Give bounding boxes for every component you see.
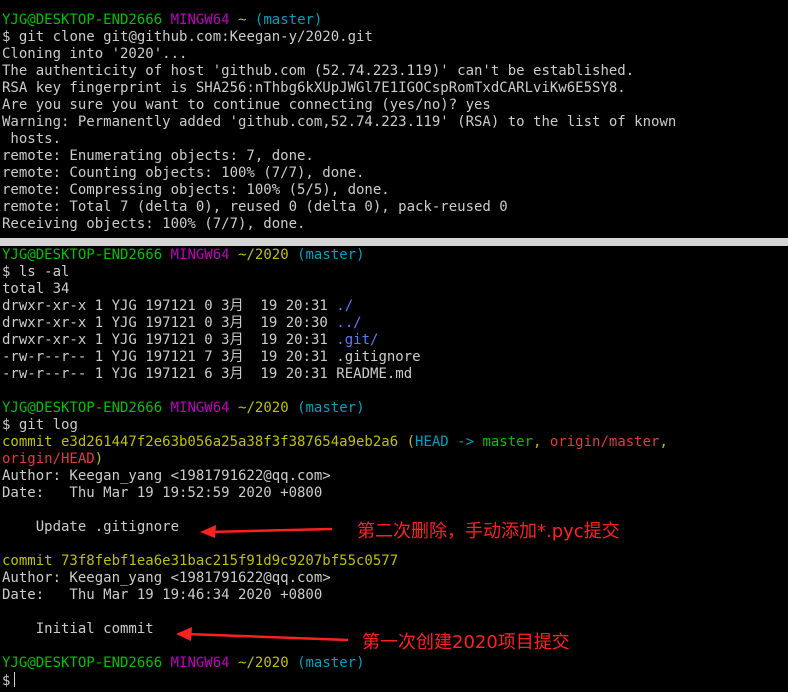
commit-line-cont: origin/HEAD): [2, 451, 103, 468]
prompt-dollar: $: [2, 29, 11, 45]
commit-hash: commit e3d261447f2e63b056a25a38f3f387654…: [2, 434, 399, 450]
prompt-path: ~/2020: [238, 247, 289, 263]
terminal-pane-clone[interactable]: YJG@DESKTOP-END2666 MINGW64 ~ (master) $…: [0, 0, 788, 238]
command-line: $ git clone git@github.com:Keegan-y/2020…: [2, 29, 373, 46]
output-line: RSA key fingerprint is SHA256:nThbg6kXUp…: [2, 80, 626, 96]
command-text: git log: [18, 417, 78, 433]
ls-row: drwxr-xr-x 1 YJG 197121 0 3月 19 20:31 ./: [2, 298, 353, 315]
output-line: hosts.: [2, 131, 62, 147]
ls-row: drwxr-xr-x 1 YJG 197121 0 3月 19 20:31 .g…: [2, 332, 378, 349]
ls-meta: -rw-r--r-- 1 YJG 197121 7 3月 19 20:31: [2, 349, 337, 365]
ref-master: master: [482, 434, 534, 450]
ref-paren: (: [398, 434, 416, 450]
output-line: Cloning into '2020'...: [2, 46, 188, 62]
pane-divider: [0, 238, 788, 246]
prompt-system: MINGW64: [170, 247, 230, 263]
terminal-pane-log[interactable]: YJG@DESKTOP-END2666 MINGW64 ~/2020 (mast…: [0, 246, 788, 692]
commit-date: Date: Thu Mar 19 19:52:59 2020 +0800: [2, 485, 323, 501]
prompt-dollar: $: [2, 417, 11, 433]
prompt-branch: (master): [254, 12, 323, 28]
ref-origin-master: origin/master: [549, 434, 660, 450]
command-line: $ ls -al: [2, 264, 69, 281]
prompt-line: YJG@DESKTOP-END2666 MINGW64 ~/2020 (mast…: [2, 655, 365, 672]
prompt-user: YJG@DESKTOP-END2666: [2, 400, 163, 416]
prompt-dollar: $: [2, 673, 11, 689]
ls-file-name: .gitignore: [336, 349, 421, 365]
output-line: total 34: [2, 281, 70, 297]
commit-hash: commit 73f8febf1ea6e31bac215f91d9c9207bf…: [2, 553, 399, 569]
ls-row: -rw-r--r-- 1 YJG 197121 6 3月 19 20:31 RE…: [2, 366, 412, 383]
commit-line: commit e3d261447f2e63b056a25a38f3f387654…: [2, 434, 668, 451]
ls-row: drwxr-xr-x 1 YJG 197121 0 3月 19 20:30 ..…: [2, 315, 362, 332]
prompt-dollar: $: [2, 264, 11, 280]
prompt-path: ~/2020: [238, 400, 289, 416]
prompt-line: YJG@DESKTOP-END2666 MINGW64 ~/2020 (mast…: [2, 400, 365, 417]
annotation-text-1: 第二次删除，手动添加*.pyc提交: [357, 521, 620, 542]
output-line: Receiving objects: 100% (7/7), done.: [2, 216, 306, 232]
prompt-user: YJG@DESKTOP-END2666: [2, 247, 163, 263]
command-text: ls -al: [18, 264, 70, 280]
ref-head: HEAD ->: [415, 434, 483, 450]
commit-line: commit 73f8febf1ea6e31bac215f91d9c9207bf…: [2, 553, 398, 570]
prompt-line: YJG@DESKTOP-END2666 MINGW64 ~ (master): [2, 12, 322, 29]
ls-meta: drwxr-xr-x 1 YJG 197121 0 3月 19 20:30: [2, 315, 337, 331]
annotation-arrow-1: [200, 525, 333, 538]
text-cursor: [14, 672, 16, 687]
commit-message: Initial commit: [2, 621, 154, 637]
annotation-text-2: 第一次创建2020项目提交: [362, 632, 570, 653]
output-line: Are you sure you want to continue connec…: [2, 97, 491, 113]
ls-meta: drwxr-xr-x 1 YJG 197121 0 3月 19 20:31: [2, 332, 337, 348]
ref-separator: ,: [533, 434, 550, 450]
output-line: The authenticity of host 'github.com (52…: [2, 63, 635, 79]
ls-dir-name: ./: [336, 298, 354, 314]
prompt-user: YJG@DESKTOP-END2666: [2, 655, 163, 671]
ls-meta: -rw-r--r-- 1 YJG 197121 6 3月 19 20:31: [2, 366, 337, 382]
commit-message: Update .gitignore: [2, 519, 180, 535]
ls-dir-name: .git/: [336, 332, 379, 348]
commit-date: Date: Thu Mar 19 19:46:34 2020 +0800: [2, 587, 323, 603]
ls-row: -rw-r--r-- 1 YJG 197121 7 3月 19 20:31 .g…: [2, 349, 421, 366]
prompt-branch: (master): [297, 655, 365, 671]
ls-dir-name: ../: [336, 315, 362, 331]
ref-comma: ,: [659, 434, 668, 450]
output-line: remote: Compressing objects: 100% (5/5),…: [2, 182, 390, 198]
prompt-line: YJG@DESKTOP-END2666 MINGW64 ~/2020 (mast…: [2, 247, 365, 264]
ref-paren: ): [94, 451, 104, 467]
prompt-branch: (master): [297, 400, 365, 416]
ref-origin-head: origin/HEAD: [2, 451, 95, 467]
prompt-system: MINGW64: [170, 655, 230, 671]
prompt-system: MINGW64: [170, 400, 230, 416]
input-line[interactable]: $: [2, 672, 16, 689]
output-line: Warning: Permanently added 'github.com,5…: [2, 114, 677, 130]
command-text: git clone git@github.com:Keegan-y/2020.g…: [18, 29, 373, 45]
prompt-branch: (master): [297, 247, 365, 263]
output-line: remote: Counting objects: 100% (7/7), do…: [2, 165, 365, 181]
annotation-arrow-2: [176, 627, 349, 642]
prompt-user: YJG@DESKTOP-END2666: [2, 12, 163, 28]
prompt-system: MINGW64: [170, 12, 230, 28]
ls-meta: drwxr-xr-x 1 YJG 197121 0 3月 19 20:31: [2, 298, 337, 314]
ls-file-name: README.md: [336, 366, 413, 382]
prompt-path: ~: [238, 12, 247, 28]
command-line: $ git log: [2, 417, 78, 434]
commit-author: Author: Keegan_yang <1981791622@qq.com>: [2, 468, 331, 484]
prompt-path: ~/2020: [238, 655, 289, 671]
output-line: remote: Total 7 (delta 0), reused 0 (del…: [2, 199, 508, 215]
commit-author: Author: Keegan_yang <1981791622@qq.com>: [2, 570, 331, 586]
output-line: remote: Enumerating objects: 7, done.: [2, 148, 314, 164]
